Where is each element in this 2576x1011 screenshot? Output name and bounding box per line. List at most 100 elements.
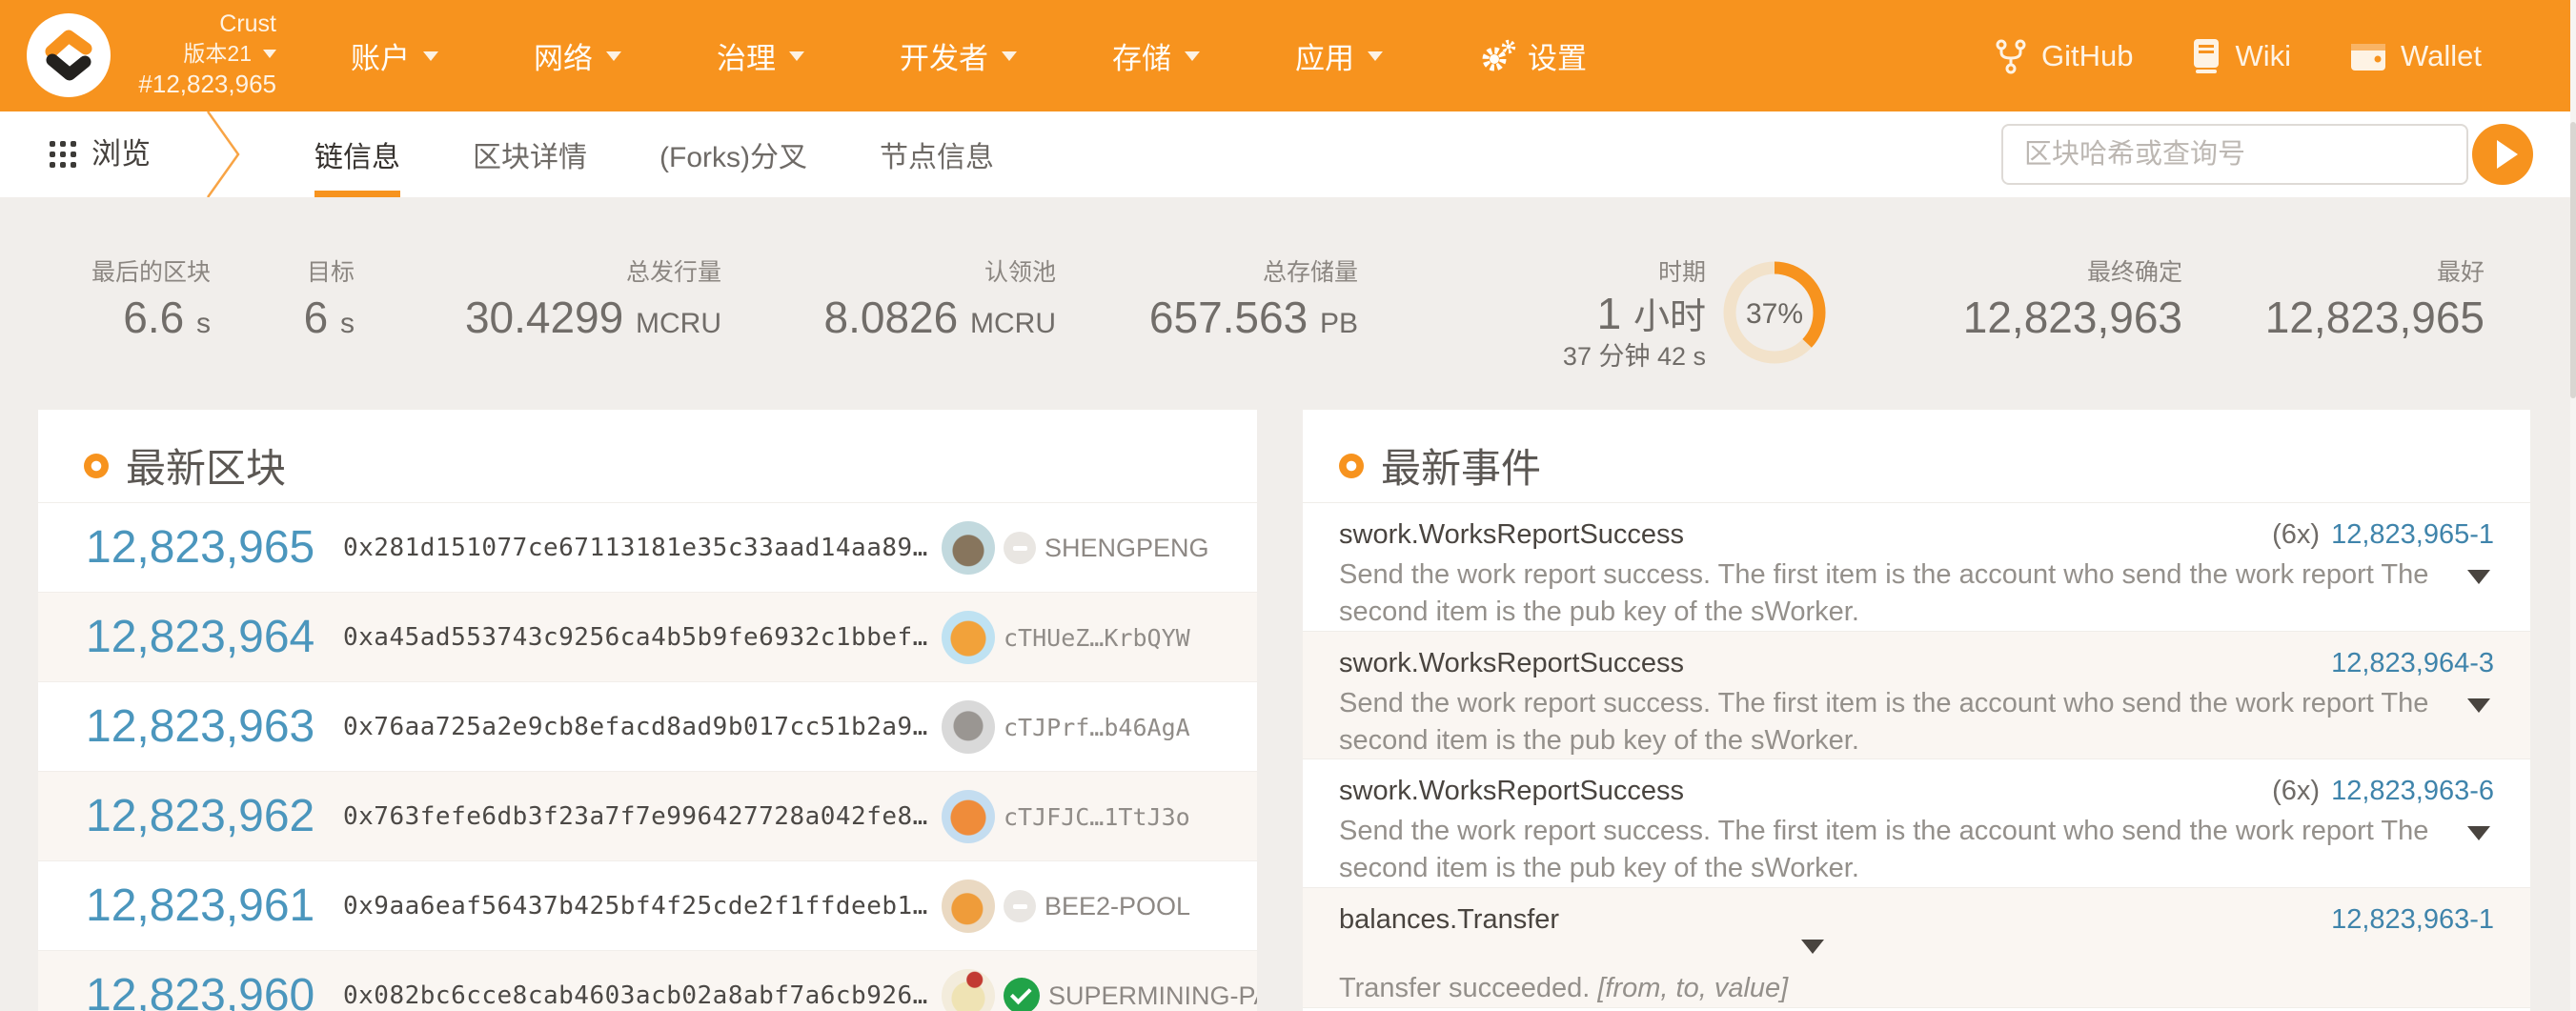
- block-hash: 0x281d151077ce67113181e35c33aad14aa89…: [343, 503, 928, 593]
- author-name[interactable]: SUPERMINING-PA: [1048, 981, 1257, 1011]
- event-block-link[interactable]: 12,823,965-1: [2331, 519, 2494, 550]
- block-author[interactable]: cTHUeZ…KrbQYW: [942, 593, 1190, 682]
- block-row: 12,823,963 0x76aa725a2e9cb8efacd8ad9b017…: [38, 681, 1257, 771]
- chain-info: Crust 版本21 #12,823,965: [124, 10, 276, 100]
- block-number-link[interactable]: 12,823,962: [86, 772, 314, 861]
- block-number-link[interactable]: 12,823,961: [86, 861, 314, 951]
- chevron-down-icon: [606, 51, 621, 61]
- stat-total-issuance: 总发行量 30.4299 MCRU: [457, 255, 721, 352]
- play-icon: [2497, 140, 2518, 169]
- menu-settings[interactable]: 设置: [1478, 34, 1587, 77]
- main-menu: 账户 网络 治理 开发者 存储 应用: [351, 0, 1587, 111]
- page-scrollbar: [2570, 0, 2576, 1011]
- event-description: Transfer succeeded. [from, to, value]: [1339, 970, 2444, 1007]
- expand-caret-icon[interactable]: [2467, 826, 2490, 840]
- github-link[interactable]: GitHub: [1995, 37, 2133, 75]
- section-divider: [206, 111, 244, 197]
- top-navigation-bar: Crust 版本21 #12,823,965 账户 网络 治理 开发者 存储 应: [0, 0, 2576, 111]
- avatar: [942, 790, 995, 843]
- expand-caret-icon[interactable]: [2467, 698, 2490, 713]
- block-author[interactable]: SUPERMINING-PA: [942, 951, 1257, 1011]
- menu-apps[interactable]: 应用: [1295, 34, 1383, 77]
- block-row: 12,823,964 0xa45ad553743c9256ca4b5b9fe69…: [38, 592, 1257, 681]
- gear-icon: [1478, 37, 1516, 75]
- event-row: swork.WorksReportSuccess (6x)12,823,963-…: [1303, 758, 2530, 887]
- event-method: swork.WorksReportSuccess: [1339, 519, 1684, 551]
- epoch-percent-label: 37%: [1746, 298, 1803, 330]
- event-meta: (6x)12,823,963-6: [2272, 776, 2494, 807]
- menu-network[interactable]: 网络: [534, 34, 621, 77]
- crust-logo[interactable]: [27, 13, 111, 97]
- chevron-down-icon: [789, 51, 804, 61]
- stat-total-storage: 总存储量 657.563 PB: [1096, 255, 1358, 352]
- wiki-link[interactable]: Wiki: [2192, 37, 2291, 75]
- block-row: 12,823,962 0x763fefe6db3f23a7f7e99642772…: [38, 771, 1257, 860]
- block-hash: 0x082bc6cce8cab4603acb02a8abf7a6cb926…: [343, 951, 928, 1011]
- recent-blocks-header: 最新区块: [84, 436, 286, 495]
- author-badge-icon: [1004, 890, 1036, 922]
- apps-grid-icon[interactable]: [50, 141, 78, 168]
- current-block-number: #12,823,965: [124, 68, 276, 100]
- scrollbar-thumb[interactable]: [2570, 122, 2576, 398]
- tab-chain-info[interactable]: 链信息: [314, 111, 400, 197]
- author-name[interactable]: cTHUeZ…KrbQYW: [1004, 624, 1190, 652]
- block-author[interactable]: SHENGPENG: [942, 503, 1209, 593]
- recent-events-title: 最新事件: [1381, 436, 1541, 495]
- block-search-input[interactable]: [2001, 124, 2468, 185]
- avatar: [942, 521, 995, 575]
- section-title: 浏览: [91, 111, 151, 197]
- event-description: Send the work report success. The first …: [1339, 813, 2444, 887]
- wallet-link[interactable]: Wallet: [2350, 39, 2482, 73]
- runtime-version-dropdown[interactable]: 版本21: [124, 39, 276, 68]
- author-name[interactable]: BEE2-POOL: [1045, 892, 1190, 921]
- event-method: swork.WorksReportSuccess: [1339, 776, 1684, 807]
- expand-caret-icon[interactable]: [1801, 940, 1824, 954]
- event-block-link[interactable]: 12,823,963-1: [2331, 904, 2494, 935]
- block-hash: 0x9aa6eaf56437b425bf4f25cde2f1ffdeeb1…: [343, 861, 928, 951]
- tab-forks[interactable]: (Forks)分叉: [659, 111, 807, 197]
- block-hash: 0xa45ad553743c9256ca4b5b9fe6932c1bbef…: [343, 593, 928, 682]
- chevron-down-icon: [263, 50, 276, 58]
- event-method: balances.Transfer: [1339, 904, 1559, 936]
- orange-dot-icon: [1339, 454, 1364, 478]
- event-row: swork.WorksReportSuccess 12,823,964-3 Se…: [1303, 631, 2530, 758]
- event-meta: 12,823,964-3: [2320, 648, 2494, 679]
- stat-claim-pool: 认领池 8.0826 MCRU: [791, 255, 1056, 352]
- author-name[interactable]: cTJFJC…1TtJ3o: [1004, 803, 1190, 831]
- event-meta: (6x)12,823,965-1: [2272, 519, 2494, 551]
- block-hash: 0x76aa725a2e9cb8efacd8ad9b017cc51b2a9…: [343, 682, 928, 772]
- block-number-link[interactable]: 12,823,964: [86, 593, 314, 682]
- avatar: [942, 880, 995, 933]
- stat-target: 目标 6 s: [240, 255, 355, 352]
- block-row: 12,823,961 0x9aa6eaf56437b425bf4f25cde2f…: [38, 860, 1257, 950]
- stat-epoch: 时期 1 小时 37 分钟 42 s: [1544, 255, 1706, 372]
- author-name[interactable]: cTJPrf…b46AgA: [1004, 714, 1190, 741]
- expand-caret-icon[interactable]: [2467, 570, 2490, 584]
- menu-governance[interactable]: 治理: [717, 34, 804, 77]
- block-author[interactable]: BEE2-POOL: [942, 861, 1190, 951]
- menu-accounts[interactable]: 账户: [351, 34, 438, 77]
- crust-logo-icon: [27, 13, 111, 97]
- chevron-down-icon: [1002, 51, 1017, 61]
- tab-block-details[interactable]: 区块详情: [473, 111, 587, 197]
- block-row: 12,823,965 0x281d151077ce67113181e35c33a…: [38, 502, 1257, 592]
- menu-developer[interactable]: 开发者: [900, 34, 1017, 77]
- event-meta: 12,823,963-1: [2320, 904, 2494, 936]
- author-name[interactable]: SHENGPENG: [1045, 534, 1209, 563]
- event-row: balances.Transfer 12,823,963-1 Transfer …: [1303, 887, 2530, 1007]
- event-block-link[interactable]: 12,823,964-3: [2331, 648, 2494, 678]
- menu-storage[interactable]: 存储: [1112, 34, 1200, 77]
- event-description: Send the work report success. The first …: [1339, 685, 2444, 759]
- block-author[interactable]: cTJFJC…1TtJ3o: [942, 772, 1190, 861]
- tab-node-info[interactable]: 节点信息: [880, 111, 994, 197]
- block-number-link[interactable]: 12,823,960: [86, 951, 314, 1011]
- chain-name: Crust: [124, 10, 276, 39]
- block-author[interactable]: cTJPrf…b46AgA: [942, 682, 1190, 772]
- block-number-link[interactable]: 12,823,963: [86, 682, 314, 772]
- recent-events-header: 最新事件: [1339, 436, 1541, 495]
- event-block-link[interactable]: 12,823,963-6: [2331, 776, 2494, 806]
- chevron-down-icon: [423, 51, 438, 61]
- block-number-link[interactable]: 12,823,965: [86, 503, 314, 593]
- search-submit-button[interactable]: [2472, 124, 2533, 185]
- event-row: [1303, 1007, 2530, 1011]
